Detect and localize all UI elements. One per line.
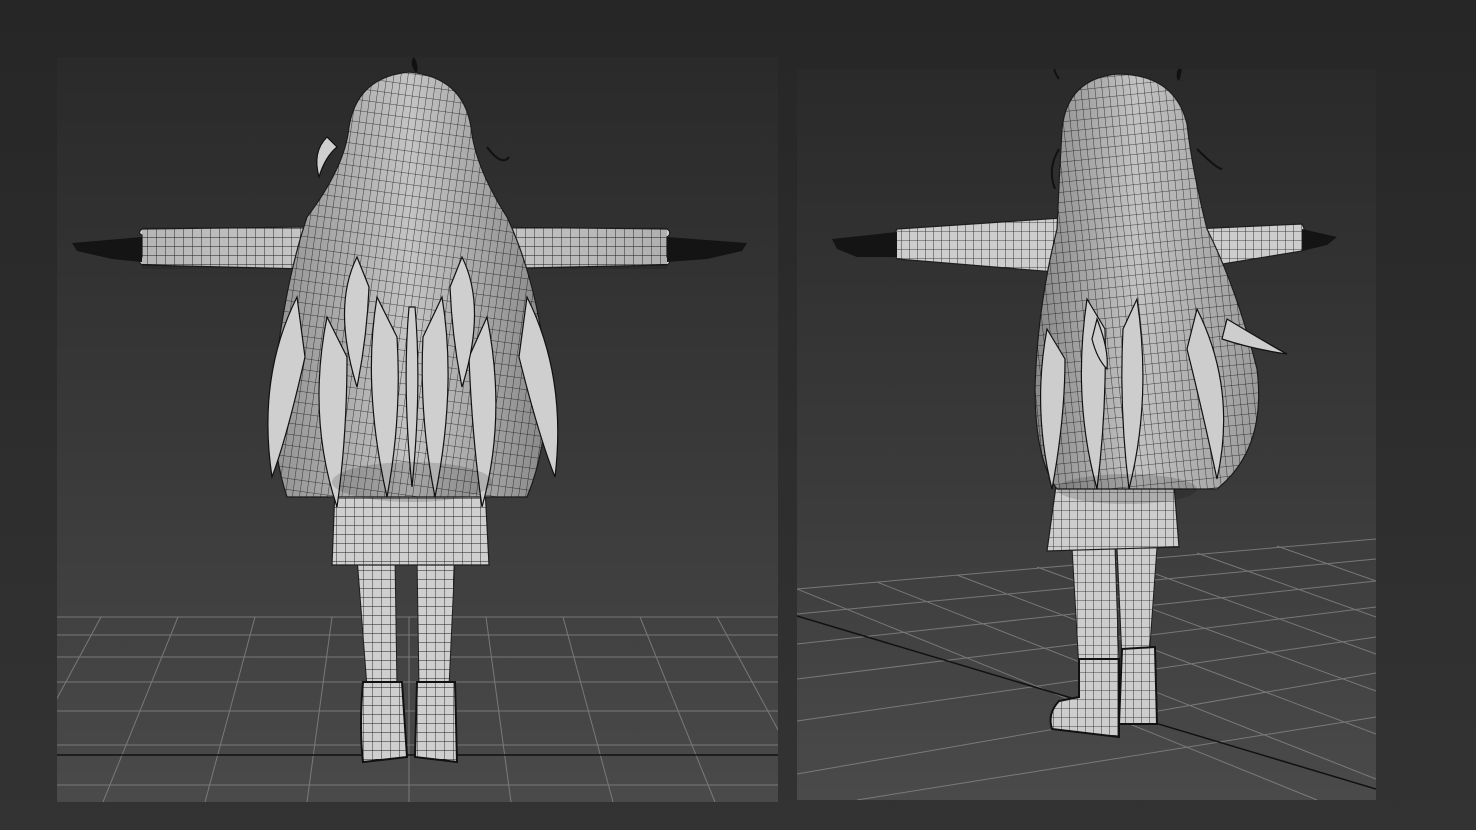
viewport-perspective[interactable]: [797, 69, 1376, 800]
character-wireframe-model[interactable]: [832, 69, 1337, 739]
viewport-front[interactable]: [57, 57, 778, 802]
app-window: [0, 0, 1476, 830]
viewport-front-canvas: [57, 57, 778, 802]
viewport-perspective-canvas: [797, 69, 1376, 800]
